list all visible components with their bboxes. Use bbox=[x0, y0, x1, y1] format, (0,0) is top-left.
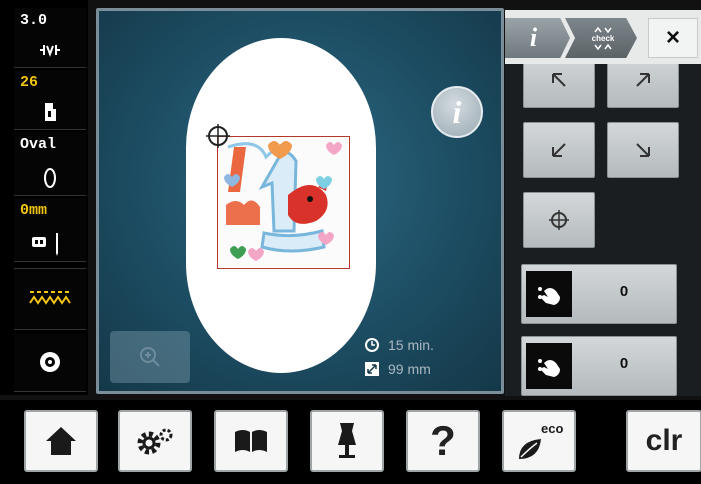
position-counter-1[interactable]: 0 bbox=[521, 264, 677, 324]
stitch-width-icon bbox=[38, 37, 62, 63]
gear-icon bbox=[137, 428, 173, 455]
feed-dog-icon bbox=[24, 285, 76, 311]
crosshair-icon bbox=[206, 124, 230, 148]
arrow-up-left-icon bbox=[552, 73, 566, 87]
center-design-button[interactable] bbox=[523, 192, 595, 248]
move-up-right-button[interactable] bbox=[607, 64, 679, 108]
bottom-toolbar: ? eco clr bbox=[0, 400, 701, 484]
sewing-consultant-button[interactable] bbox=[310, 410, 384, 472]
move-controls: 0 0 bbox=[505, 64, 701, 396]
design-size-value: 99 mm bbox=[388, 361, 431, 377]
move-down-right-button[interactable] bbox=[607, 122, 679, 178]
move-up-left-button[interactable] bbox=[523, 64, 595, 108]
clock-icon bbox=[365, 338, 379, 352]
oval-hoop-icon bbox=[38, 165, 62, 191]
counter-2-value: 0 bbox=[619, 355, 629, 372]
hoop-value: Oval bbox=[20, 136, 57, 153]
clear-button[interactable]: clr bbox=[626, 410, 701, 472]
eco-leaf-icon: eco bbox=[519, 421, 563, 459]
design-size-row: 99 mm bbox=[365, 361, 431, 377]
close-icon: × bbox=[665, 24, 680, 51]
dress-form-icon bbox=[338, 423, 356, 458]
arrow-up-right-icon bbox=[636, 73, 650, 87]
design-artwork bbox=[218, 137, 348, 267]
presser-foot-icon bbox=[38, 99, 62, 125]
edit-panel: i check × 0 0 bbox=[505, 10, 701, 396]
tutorial-button[interactable] bbox=[214, 410, 288, 472]
clear-label: clr bbox=[645, 424, 683, 457]
arrow-down-right-icon bbox=[636, 143, 650, 157]
feed-dog-status[interactable] bbox=[14, 268, 86, 330]
zoom-icon bbox=[140, 347, 160, 367]
crosshair-center-icon bbox=[549, 210, 569, 230]
hoop-status[interactable]: Oval bbox=[14, 132, 86, 196]
tab-info[interactable]: i bbox=[505, 18, 570, 58]
info-icon: i bbox=[452, 93, 462, 130]
arrow-down-left-icon bbox=[552, 143, 566, 157]
design-info-button[interactable]: i bbox=[431, 86, 483, 138]
tab-check[interactable]: check bbox=[565, 18, 637, 58]
setup-button[interactable] bbox=[118, 410, 192, 472]
stitch-width-value: 3.0 bbox=[20, 12, 48, 29]
stitch-time-row: 15 min. bbox=[365, 337, 434, 353]
book-icon bbox=[235, 430, 267, 452]
needle-status[interactable]: 0mm bbox=[14, 198, 86, 262]
embroidery-preview-panel: i 15 min. 99 mm bbox=[96, 8, 504, 394]
tab-check-label: check bbox=[591, 33, 615, 43]
eco-button[interactable]: eco bbox=[502, 410, 576, 472]
tab-info-label: i bbox=[529, 23, 538, 52]
needle-value: 0mm bbox=[20, 202, 48, 219]
counter-1-value: 0 bbox=[619, 283, 629, 300]
move-down-left-button[interactable] bbox=[523, 122, 595, 178]
home-button[interactable] bbox=[24, 410, 98, 472]
status-column: 3.0 26 Oval 0mm bbox=[0, 0, 88, 395]
stitch-time-value: 15 min. bbox=[388, 337, 434, 353]
bobbin-icon bbox=[38, 349, 62, 375]
help-button[interactable]: ? bbox=[406, 410, 480, 472]
zoom-button[interactable] bbox=[110, 331, 190, 383]
needle-icon bbox=[30, 231, 70, 257]
presser-foot-value: 26 bbox=[20, 74, 39, 91]
position-counter-2[interactable]: 0 bbox=[521, 336, 677, 396]
check-arrows-icon bbox=[594, 26, 612, 33]
hand-move-icon bbox=[526, 343, 572, 389]
hand-move-icon bbox=[526, 271, 572, 317]
home-icon bbox=[46, 427, 76, 455]
close-button[interactable]: × bbox=[648, 18, 698, 58]
resize-icon bbox=[365, 362, 379, 376]
eco-label: eco bbox=[541, 421, 563, 436]
embroidery-design[interactable] bbox=[217, 136, 350, 269]
help-icon: ? bbox=[430, 417, 456, 464]
stitch-width-status[interactable]: 3.0 bbox=[14, 8, 86, 68]
presser-foot-status[interactable]: 26 bbox=[14, 70, 86, 130]
bobbin-status[interactable] bbox=[14, 334, 86, 392]
